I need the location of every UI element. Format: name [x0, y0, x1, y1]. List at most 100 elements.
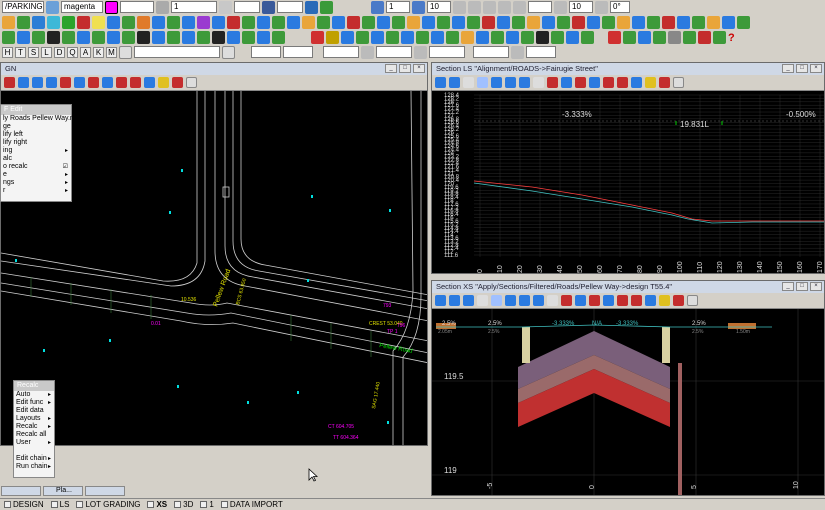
plot-icon[interactable] — [737, 15, 750, 29]
recalc-menu-item[interactable]: Edit chain ▸ — [14, 455, 54, 463]
line-icon[interactable] — [17, 31, 30, 44]
select-icon[interactable] — [197, 15, 210, 29]
minimized-window-plan[interactable]: Pla... — [43, 486, 83, 496]
circle-icon[interactable] — [498, 0, 511, 14]
coord-z-field[interactable] — [323, 46, 359, 58]
ls-pin-icon[interactable] — [659, 77, 670, 88]
style-dropdown-icon[interactable] — [156, 0, 169, 14]
xs-close-button[interactable]: × — [810, 282, 822, 291]
circle-draw-icon[interactable] — [92, 31, 105, 44]
measure-icon[interactable] — [453, 0, 466, 14]
contour-icon[interactable] — [557, 15, 570, 29]
xs-refresh-icon[interactable] — [603, 295, 614, 306]
letter-t-button[interactable]: T — [15, 46, 26, 58]
dyn-icon[interactable] — [506, 31, 519, 44]
ls-menu-icon[interactable] — [435, 77, 446, 88]
scale-icon[interactable] — [287, 15, 300, 29]
polar-icon[interactable] — [446, 31, 459, 44]
note-icon[interactable] — [92, 15, 105, 29]
ls-zoom-box-icon[interactable] — [477, 77, 488, 88]
undo-icon[interactable] — [137, 15, 150, 29]
delete-icon[interactable] — [227, 15, 240, 29]
letter-k-button[interactable]: K — [93, 46, 104, 58]
ortho-icon[interactable] — [431, 31, 444, 44]
ls-1x-icon[interactable] — [463, 77, 474, 88]
dimension-icon[interactable] — [452, 15, 465, 29]
recalc-menu-item[interactable]: User ▸ — [14, 439, 54, 447]
xs-gear-icon[interactable] — [645, 295, 656, 306]
xs-zoom-box-icon[interactable] — [491, 295, 502, 306]
ls-select-icon[interactable] — [547, 77, 558, 88]
new-icon[interactable] — [2, 15, 15, 29]
letter-l-button[interactable]: L — [41, 46, 52, 58]
break-icon[interactable] — [407, 15, 420, 29]
edit-menu-item[interactable]: e ▸ — [1, 171, 71, 179]
letter-a-button[interactable]: A — [80, 46, 91, 58]
letter-m-button[interactable]: M — [106, 46, 117, 58]
menu-icon[interactable] — [4, 77, 15, 88]
xs-minimize-button[interactable]: _ — [782, 282, 794, 291]
status-tab[interactable]: DESIGN — [2, 500, 46, 510]
xs-undo-icon[interactable] — [575, 295, 586, 306]
size-field[interactable] — [528, 1, 552, 13]
distance-field[interactable] — [429, 46, 465, 58]
recalc-menu-item[interactable]: Edit data — [14, 407, 54, 415]
cross-section-canvas[interactable]: 119.5 119 2.5% 2.5% 2.5% -3.333% N/A -3.… — [432, 309, 825, 496]
wipeout-icon[interactable] — [257, 31, 270, 44]
extend-icon[interactable] — [347, 15, 360, 29]
grade-icon[interactable] — [511, 45, 524, 59]
edit-menu-item[interactable]: alc — [1, 155, 71, 163]
edit-menu-item[interactable]: o recalc ☑ — [1, 163, 71, 171]
arrow-icon[interactable] — [554, 0, 567, 14]
surface-icon[interactable] — [572, 15, 585, 29]
mirror-icon[interactable] — [302, 15, 315, 29]
plan-pin-icon[interactable] — [172, 77, 183, 88]
kerb-icon[interactable] — [698, 31, 711, 44]
explode-icon[interactable] — [422, 15, 435, 29]
xs-maximize-button[interactable]: □ — [796, 282, 808, 291]
ls-lightning-icon[interactable] — [519, 77, 530, 88]
report-icon[interactable] — [722, 15, 735, 29]
text-style-icon[interactable] — [371, 0, 384, 14]
section-icon[interactable] — [602, 15, 615, 29]
blue-arrow-icon[interactable] — [341, 31, 354, 44]
plan-delete-icon[interactable] — [88, 77, 99, 88]
grading-icon[interactable] — [647, 15, 660, 29]
chamfer-icon[interactable] — [377, 15, 390, 29]
alignment-icon[interactable] — [632, 15, 645, 29]
weight-field[interactable]: 1 — [171, 1, 217, 13]
red-arrow-icon[interactable] — [311, 31, 324, 44]
flag-red-icon[interactable] — [608, 31, 621, 44]
plan-refresh-icon[interactable] — [102, 77, 113, 88]
long-section-canvas[interactable]: 128.4128.2128127.6127.4127.2127126.8126.… — [432, 91, 825, 274]
plan-zoom-in-icon[interactable] — [18, 77, 29, 88]
linetype-icon[interactable] — [262, 0, 275, 14]
plan-gear-icon[interactable] — [144, 77, 155, 88]
command-go-icon[interactable] — [222, 45, 235, 59]
refresh-icon[interactable] — [47, 15, 60, 29]
recalc-menu-item[interactable]: Edit func ▸ — [14, 399, 54, 407]
recalc-menu-item[interactable]: Run chain ▸ — [14, 463, 54, 471]
plan-truck-icon[interactable] — [116, 77, 127, 88]
ls-minimize-button[interactable]: _ — [782, 64, 794, 73]
letter-q-button[interactable]: Q — [67, 46, 78, 58]
letter-s-button[interactable]: S — [28, 46, 39, 58]
ls-left-icon[interactable] — [491, 77, 502, 88]
attribute-icon[interactable] — [512, 15, 525, 29]
ls-star-icon[interactable] — [645, 77, 656, 88]
text-draw-icon[interactable] — [152, 31, 165, 44]
mask-icon[interactable] — [272, 31, 285, 44]
letter-h-button[interactable]: H — [2, 46, 13, 58]
ls-undo-icon[interactable] — [561, 77, 572, 88]
status-tab[interactable]: 1 — [198, 500, 215, 510]
grade-field[interactable] — [473, 46, 509, 58]
join-icon[interactable] — [392, 15, 405, 29]
status-tab[interactable]: LOT GRADING — [74, 500, 142, 510]
edit-menu-item[interactable]: lify right — [1, 139, 71, 147]
green-check-icon[interactable] — [356, 31, 369, 44]
layer-icon[interactable] — [46, 0, 59, 14]
ls-close-button[interactable]: × — [810, 64, 822, 73]
ellipse-icon[interactable] — [137, 31, 150, 44]
fillet-icon[interactable] — [362, 15, 375, 29]
open-icon[interactable] — [17, 15, 30, 29]
